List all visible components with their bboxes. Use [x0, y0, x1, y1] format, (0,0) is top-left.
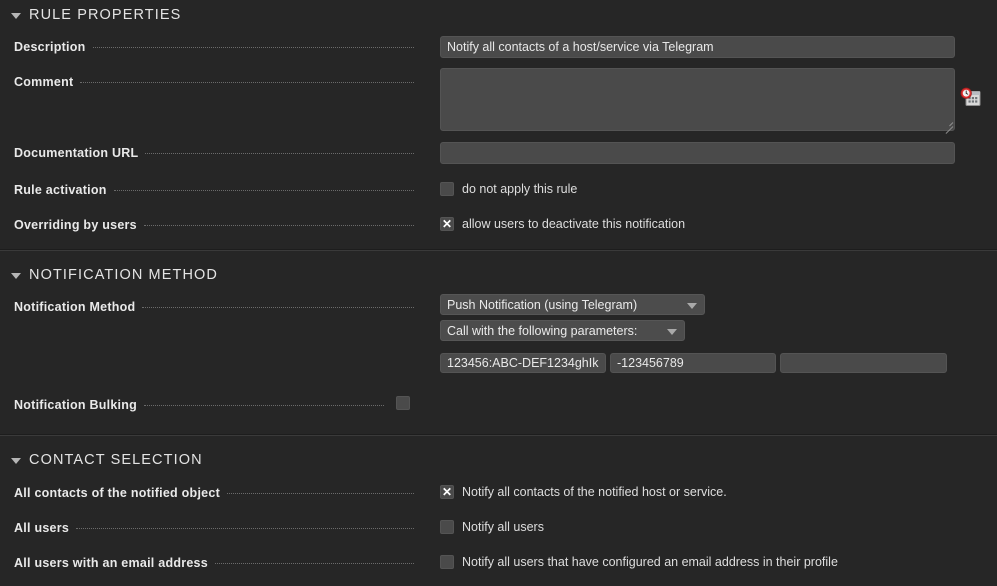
label-text: Comment	[14, 75, 74, 89]
dotted-leader	[143, 224, 414, 226]
dotted-leader	[144, 404, 384, 406]
section-title: NOTIFICATION METHOD	[29, 267, 218, 283]
overriding-by-users-checkbox-group[interactable]: allow users to deactivate this notificat…	[440, 217, 685, 231]
section-divider	[0, 250, 997, 251]
notification-method-select-value: Push Notification (using Telegram)	[447, 297, 638, 312]
telegram-chat-id-input[interactable]	[610, 353, 776, 373]
dotted-leader	[226, 492, 414, 494]
label-text: Documentation URL	[14, 146, 139, 160]
all-contacts-checkbox-label: Notify all contacts of the notified host…	[462, 485, 727, 499]
label-text: Notification Method	[14, 300, 136, 314]
all-users-email-checkbox-group[interactable]: Notify all users that have configured an…	[440, 555, 838, 569]
section-header-contact-selection[interactable]: CONTACT SELECTION	[0, 447, 997, 473]
label-text: Overriding by users	[14, 218, 137, 232]
label-description: Description	[14, 40, 414, 54]
section-title: RULE PROPERTIES	[29, 7, 182, 23]
label-all-users: All users	[14, 521, 414, 535]
all-users-checkbox-group[interactable]: Notify all users	[440, 520, 544, 534]
all-users-checkbox[interactable]	[440, 520, 454, 534]
rule-activation-checkbox-label: do not apply this rule	[462, 182, 578, 196]
description-input[interactable]	[440, 36, 955, 58]
documentation-url-input[interactable]	[440, 142, 955, 164]
dotted-leader	[142, 306, 414, 308]
all-users-checkbox-label: Notify all users	[462, 520, 544, 534]
rule-activation-checkbox-group[interactable]: do not apply this rule	[440, 182, 577, 196]
dotted-leader	[214, 562, 414, 564]
comment-textarea[interactable]	[440, 68, 955, 131]
dotted-leader	[80, 81, 414, 83]
section-title: CONTACT SELECTION	[29, 452, 203, 468]
dotted-leader	[76, 527, 414, 529]
dotted-leader	[145, 152, 414, 154]
label-text: All users	[14, 521, 70, 535]
notification-rule-form: RULE PROPERTIES Description Comment	[0, 0, 997, 586]
label-all-contacts: All contacts of the notified object	[14, 486, 414, 500]
collapse-triangle-icon[interactable]	[11, 12, 21, 21]
label-text: Notification Bulking	[14, 398, 138, 412]
label-notification-bulking: Notification Bulking	[14, 398, 384, 412]
label-text: All contacts of the notified object	[14, 486, 220, 500]
notification-bulking-checkbox[interactable]	[396, 396, 410, 410]
label-overriding-by-users: Overriding by users	[14, 218, 414, 232]
label-notification-method: Notification Method	[14, 300, 414, 314]
label-comment: Comment	[14, 75, 414, 89]
rule-activation-checkbox[interactable]	[440, 182, 454, 196]
section-header-rule-properties[interactable]: RULE PROPERTIES	[0, 2, 997, 28]
label-text: All users with an email address	[14, 556, 208, 570]
collapse-triangle-icon[interactable]	[11, 272, 21, 281]
overriding-by-users-checkbox[interactable]	[440, 217, 454, 231]
label-all-users-email: All users with an email address	[14, 556, 414, 570]
telegram-bot-token-input[interactable]	[440, 353, 606, 373]
collapse-triangle-icon[interactable]	[11, 457, 21, 466]
chevron-down-icon	[687, 302, 697, 309]
dotted-leader	[113, 189, 414, 191]
section-header-notification-method[interactable]: NOTIFICATION METHOD	[0, 262, 997, 288]
section-divider	[0, 435, 997, 436]
all-users-email-checkbox-label: Notify all users that have configured an…	[462, 555, 838, 569]
telegram-extra-parameter-input[interactable]	[780, 353, 947, 373]
label-documentation-url: Documentation URL	[14, 146, 414, 160]
chevron-down-icon	[667, 328, 677, 335]
calendar-clock-icon[interactable]	[960, 87, 982, 109]
label-text: Rule activation	[14, 183, 107, 197]
notification-method-select[interactable]: Push Notification (using Telegram)	[440, 294, 705, 315]
notification-parameters-select-value: Call with the following parameters:	[447, 323, 638, 338]
all-contacts-checkbox-group[interactable]: Notify all contacts of the notified host…	[440, 485, 727, 499]
all-users-email-checkbox[interactable]	[440, 555, 454, 569]
all-contacts-checkbox[interactable]	[440, 485, 454, 499]
notification-bulking-checkbox-group[interactable]	[396, 396, 410, 410]
notification-parameters-select[interactable]: Call with the following parameters:	[440, 320, 685, 341]
overriding-by-users-checkbox-label: allow users to deactivate this notificat…	[462, 217, 686, 231]
label-rule-activation: Rule activation	[14, 183, 414, 197]
dotted-leader	[92, 46, 414, 48]
label-text: Description	[14, 40, 86, 54]
